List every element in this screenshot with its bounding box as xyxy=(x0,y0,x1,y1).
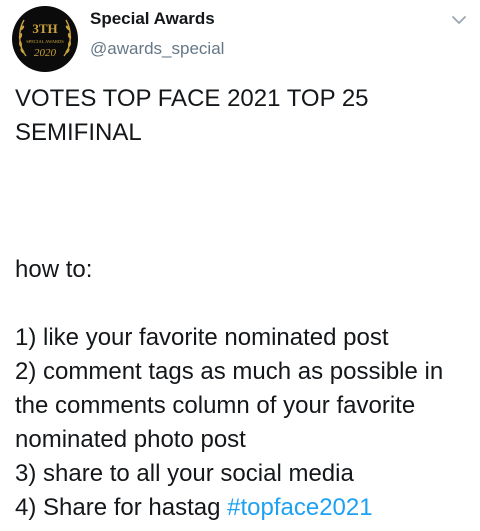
chevron-down-icon[interactable] xyxy=(449,10,469,30)
step-item: 3) share to all your social media xyxy=(15,460,354,487)
laurel-icon: 3TH SPECIAL AWARDS 2020 xyxy=(18,19,72,59)
tweet-title: VOTES TOP FACE 2021 TOP 25 SEMIFINAL xyxy=(15,85,369,146)
step-item: 1) like your favorite nominated post xyxy=(15,324,389,351)
step-4-text: 4) Share for hastag xyxy=(15,494,228,521)
how-to-label: how to: xyxy=(15,256,93,283)
display-name[interactable]: Special Awards xyxy=(90,8,215,30)
tweet-text: VOTES TOP FACE 2021 TOP 25 SEMIFINAL how… xyxy=(15,82,470,525)
step-item: 2) comment tags as much as possible in t… xyxy=(15,358,444,453)
avatar-text-middle: SPECIAL AWARDS xyxy=(26,39,64,44)
avatar-text-year: 2020 xyxy=(34,47,57,59)
avatar-text-top: 3TH xyxy=(32,21,57,36)
account-handle[interactable]: @awards_special xyxy=(90,38,224,60)
hashtag-link[interactable]: #topface2021 xyxy=(227,494,372,521)
step-item: 4) Share for hastag #topface2021 xyxy=(15,491,470,525)
avatar[interactable]: 3TH SPECIAL AWARDS 2020 xyxy=(12,6,78,72)
